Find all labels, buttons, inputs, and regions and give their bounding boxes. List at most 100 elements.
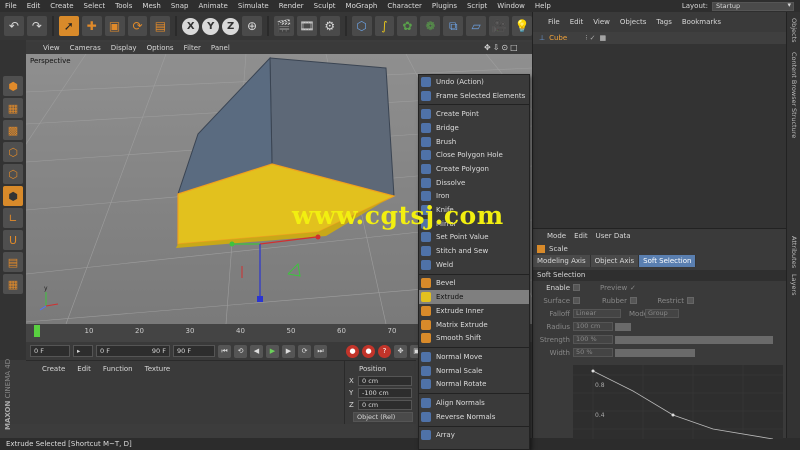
enable-checkbox[interactable] [573, 284, 580, 291]
surface-checkbox[interactable] [573, 297, 580, 304]
ctx-item-smooth-shift[interactable]: Smooth Shift [419, 331, 529, 345]
subdivision-surface-icon[interactable]: ✿ [397, 16, 418, 36]
curve-point-start[interactable] [591, 369, 595, 373]
points-mode-icon[interactable]: ⬡ [3, 142, 23, 162]
falloff-curve-graph[interactable]: 0.8 0.4 [573, 365, 783, 440]
right-tab-attributes[interactable]: Attributes [790, 236, 798, 268]
coordinate-system-icon[interactable]: ⊕ [242, 16, 262, 36]
material-menu-edit[interactable]: Edit [71, 365, 97, 373]
floor-icon[interactable]: ▱ [466, 16, 487, 36]
texture-mode-icon[interactable]: ▦ [3, 98, 23, 118]
render-view-icon[interactable]: 🎬 [273, 16, 294, 36]
autokey-icon[interactable]: ● [362, 344, 375, 358]
previous-key-icon[interactable]: ⟲ [234, 344, 247, 358]
object-row-cube[interactable]: ⊥ Cube ⁝ ✓ ▦ [533, 32, 786, 44]
menu-select[interactable]: Select [79, 2, 111, 10]
ctx-item-bridge[interactable]: Bridge [419, 121, 529, 135]
play-icon[interactable]: ▶ [266, 344, 279, 358]
menu-sculpt[interactable]: Sculpt [309, 2, 341, 10]
viewport-menu-cameras[interactable]: Cameras [65, 44, 106, 52]
next-key-icon[interactable]: ⟳ [298, 344, 311, 358]
ctx-item-frame-selected-elements[interactable]: Frame Selected Elements [419, 89, 529, 103]
frame-range-slider[interactable]: 0 F 90 F [96, 345, 170, 357]
recent-tools-icon[interactable]: ▤ [150, 16, 171, 36]
position-z-field[interactable]: 0 cm [358, 400, 412, 410]
current-frame-field[interactable]: 0 F [30, 345, 70, 357]
snap-icon[interactable]: U [3, 230, 23, 250]
strength-field[interactable]: 100 % [573, 335, 613, 344]
object-menu-tags[interactable]: Tags [651, 18, 677, 26]
ctx-item-array[interactable]: Array [419, 429, 529, 443]
ctx-item-undo-action[interactable]: Undo (Action) [419, 75, 529, 89]
position-x-field[interactable]: 0 cm [358, 376, 412, 386]
menu-script[interactable]: Script [462, 2, 492, 10]
menu-mesh[interactable]: Mesh [137, 2, 165, 10]
edges-mode-icon[interactable]: ⬡ [3, 164, 23, 184]
material-menu-create[interactable]: Create [36, 365, 71, 373]
attribute-menu-user-data[interactable]: User Data [592, 232, 635, 240]
ctx-item-normal-rotate[interactable]: Normal Rotate [419, 377, 529, 391]
record-icon[interactable]: ● [346, 344, 359, 358]
z-axis-lock-icon[interactable]: Z [222, 17, 240, 35]
object-menu-bookmarks[interactable]: Bookmarks [677, 18, 726, 26]
rubber-checkbox[interactable] [630, 297, 637, 304]
camera-icon[interactable]: 🎥 [489, 16, 510, 36]
restrict-checkbox[interactable] [687, 297, 694, 304]
viewport-menu-display[interactable]: Display [106, 44, 142, 52]
layout-select[interactable]: Startup [712, 1, 794, 11]
ctx-item-reverse-normals[interactable]: Reverse Normals [419, 410, 529, 424]
workplane-lock-icon[interactable]: ▤ [3, 252, 23, 272]
undo-icon[interactable]: ↶ [4, 16, 24, 36]
viewport-menu-filter[interactable]: Filter [179, 44, 206, 52]
menu-simulate[interactable]: Simulate [233, 2, 274, 10]
workplane-icon[interactable]: ▩ [3, 120, 23, 140]
ctx-item-create-point[interactable]: Create Point [419, 107, 529, 121]
viewport-menu-view[interactable]: View [38, 44, 65, 52]
timeline-playhead[interactable] [34, 325, 40, 337]
ctx-item-stitch-and-sew[interactable]: Stitch and Sew [419, 244, 529, 258]
attribute-menu-mode[interactable]: Mode [543, 232, 570, 240]
visibility-dots-icon[interactable]: ⁝ ✓ [585, 34, 595, 42]
axis-mode-icon[interactable]: ∟ [3, 208, 23, 228]
spline-pen-icon[interactable]: ∫ [374, 16, 395, 36]
viewport-menu-options[interactable]: Options [142, 44, 179, 52]
object-menu-objects[interactable]: Objects [615, 18, 651, 26]
right-tab-layers[interactable]: Layers [790, 274, 798, 296]
menu-tools[interactable]: Tools [110, 2, 137, 10]
previous-frame-icon[interactable]: ◀ [250, 344, 263, 358]
ctx-item-weld[interactable]: Weld [419, 258, 529, 272]
grid-icon[interactable]: ▦ [3, 274, 23, 294]
position-key-icon[interactable]: ✥ [394, 344, 407, 358]
make-editable-icon[interactable]: ⬢ [3, 76, 23, 96]
ctx-item-create-polygon[interactable]: Create Polygon [419, 162, 529, 176]
coordinate-mode-select[interactable]: Object (Rel) [353, 412, 413, 422]
tab-soft-selection[interactable]: Soft Selection [639, 255, 697, 267]
scale-tool-icon[interactable]: ▣ [104, 16, 125, 36]
render-settings-icon[interactable]: ⚙ [319, 16, 340, 36]
ctx-item-set-point-value[interactable]: Set Point Value [419, 231, 529, 245]
curve-point-mid[interactable] [671, 413, 675, 417]
keyframe-selection-icon[interactable]: ? [378, 344, 391, 358]
ctx-item-bevel[interactable]: Bevel [419, 277, 529, 291]
width-field[interactable]: 50 % [573, 348, 613, 357]
ctx-item-extrude[interactable]: Extrude [419, 290, 529, 304]
menu-animate[interactable]: Animate [193, 2, 232, 10]
right-tab-structure[interactable]: Structure [790, 108, 798, 138]
menu-render[interactable]: Render [274, 2, 309, 10]
ctx-item-normal-move[interactable]: Normal Move [419, 350, 529, 364]
object-menu-file[interactable]: File [543, 18, 565, 26]
attribute-menu-edit[interactable]: Edit [570, 232, 592, 240]
light-icon[interactable]: 💡 [512, 16, 532, 36]
phong-tag-icon[interactable]: ▦ [600, 34, 607, 42]
render-picture-viewer-icon[interactable]: 🎞 [296, 16, 317, 36]
polygons-mode-icon[interactable]: ⬢ [3, 186, 23, 206]
go-to-start-icon[interactable]: ⏮ [218, 344, 231, 358]
next-frame-icon[interactable]: ▶ [282, 344, 295, 358]
object-menu-edit[interactable]: Edit [565, 18, 589, 26]
viewport-menu-panel[interactable]: Panel [206, 44, 235, 52]
ctx-item-normal-scale[interactable]: Normal Scale [419, 364, 529, 378]
menu-mograph[interactable]: MoGraph [341, 2, 383, 10]
array-icon[interactable]: ❁ [420, 16, 441, 36]
material-menu-texture[interactable]: Texture [139, 365, 177, 373]
width-slider[interactable] [615, 348, 695, 357]
